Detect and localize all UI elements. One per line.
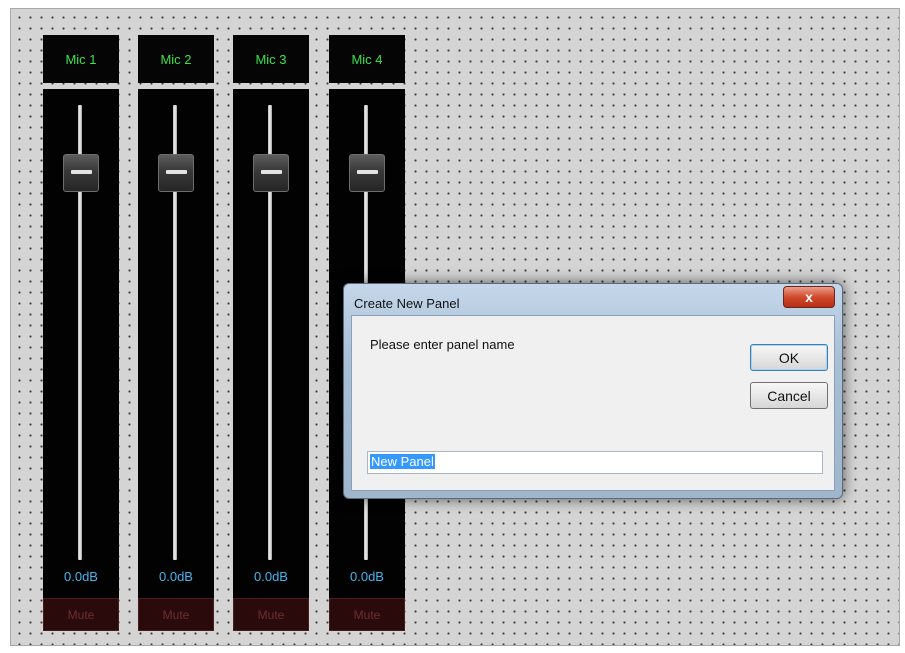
close-icon[interactable]: x — [783, 286, 835, 308]
dialog-title: Create New Panel — [354, 296, 460, 311]
fader-handle-icon[interactable] — [63, 154, 99, 192]
fader-panel: 0.0dB Mute — [138, 89, 214, 631]
fader-handle-icon[interactable] — [253, 154, 289, 192]
cancel-button[interactable]: Cancel — [750, 382, 828, 409]
create-new-panel-dialog: Create New Panel x Please enter panel na… — [343, 283, 843, 499]
level-readout: 0.0dB — [254, 568, 288, 584]
ok-button[interactable]: OK — [750, 344, 828, 371]
fader-handle-icon[interactable] — [349, 154, 385, 192]
mute-button[interactable]: Mute — [43, 598, 119, 631]
prompt-label: Please enter panel name — [370, 337, 515, 352]
channel-name-label[interactable]: Mic 1 — [43, 35, 119, 83]
level-readout: 0.0dB — [64, 568, 98, 584]
channel-name-label[interactable]: Mic 3 — [233, 35, 309, 83]
level-readout: 0.0dB — [159, 568, 193, 584]
fader-handle-icon[interactable] — [158, 154, 194, 192]
mute-button[interactable]: Mute — [138, 598, 214, 631]
fader-panel: 0.0dB Mute — [233, 89, 309, 631]
mute-button[interactable]: Mute — [233, 598, 309, 631]
mute-button[interactable]: Mute — [329, 598, 405, 631]
channel-name-label[interactable]: Mic 4 — [329, 35, 405, 83]
panel-name-input[interactable]: New Panel — [367, 451, 823, 474]
selected-input-text: New Panel — [370, 454, 435, 469]
fader-panel: 0.0dB Mute — [43, 89, 119, 631]
dialog-body: Please enter panel name OK Cancel New Pa… — [351, 315, 835, 491]
level-readout: 0.0dB — [350, 568, 384, 584]
channel-name-label[interactable]: Mic 2 — [138, 35, 214, 83]
